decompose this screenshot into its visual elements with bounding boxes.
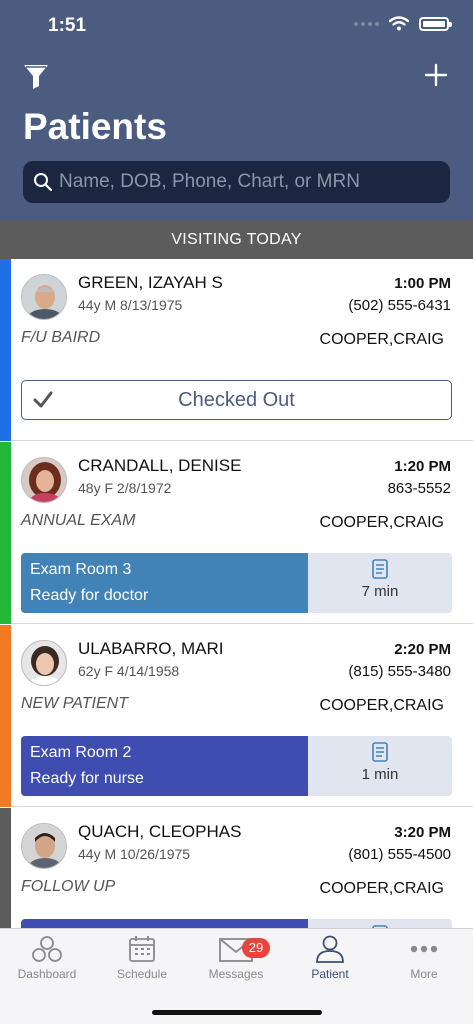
wait-info[interactable]: 7 min bbox=[308, 553, 452, 613]
avatar bbox=[21, 274, 67, 320]
patient-name: ULABARRO, MARI bbox=[78, 639, 224, 658]
home-indicator[interactable] bbox=[152, 1010, 322, 1015]
tab-messages[interactable]: Messages 29 bbox=[191, 935, 281, 981]
tab-patient[interactable]: Patient bbox=[285, 935, 375, 981]
tab-label: More bbox=[410, 967, 438, 981]
tab-label: Patient bbox=[311, 967, 349, 981]
patient-demographics: 48y F 2/8/1972 bbox=[78, 480, 172, 496]
patient-phone[interactable]: 863-5552 bbox=[388, 480, 451, 497]
patient-demographics: 44y M 10/26/1975 bbox=[78, 846, 191, 862]
patient-phone[interactable]: (502) 555-6431 bbox=[348, 297, 451, 314]
signal-icon bbox=[354, 21, 379, 26]
patient-demographics: 62y F 4/14/1958 bbox=[78, 663, 180, 679]
patient-phone[interactable]: (801) 555-4500 bbox=[348, 846, 451, 863]
checked-out-button[interactable]: Checked Out bbox=[21, 380, 452, 420]
provider-name: COOPER,CRAIG bbox=[319, 514, 444, 531]
patient-card[interactable]: GREEN, IZAYAH S 44y M 8/13/1975 1:00 PM … bbox=[0, 259, 473, 441]
visit-reason: ANNUAL EXAM bbox=[21, 512, 136, 529]
wifi-icon bbox=[389, 16, 409, 31]
wait-time: 7 min bbox=[361, 583, 399, 600]
room-info[interactable] bbox=[21, 919, 308, 928]
page-title: Patients bbox=[23, 106, 167, 147]
tab-schedule[interactable]: Schedule bbox=[97, 935, 187, 981]
tab-label: Messages bbox=[208, 967, 264, 981]
messages-badge: 29 bbox=[242, 938, 270, 958]
tab-dashboard[interactable]: Dashboard bbox=[2, 935, 92, 981]
patient-demographics: 44y M 8/13/1975 bbox=[78, 297, 183, 313]
tab-label: Dashboard bbox=[17, 967, 77, 981]
provider-name: COOPER,CRAIG bbox=[319, 697, 444, 714]
patient-phone[interactable]: (815) 555-3480 bbox=[348, 663, 451, 680]
room-info[interactable]: Exam Room 2 Ready for nurse bbox=[21, 736, 308, 796]
clipboard-icon bbox=[372, 742, 388, 762]
avatar bbox=[21, 640, 67, 686]
clipboard-icon bbox=[372, 559, 388, 579]
provider-name: COOPER,CRAIG bbox=[319, 331, 444, 348]
visit-reason: FOLLOW UP bbox=[21, 878, 116, 895]
status-bar bbox=[0, 808, 11, 928]
battery-icon bbox=[419, 16, 452, 31]
search-bar[interactable] bbox=[23, 161, 450, 203]
patient-name: CRANDALL, DENISE bbox=[78, 456, 242, 475]
checked-out-label: Checked Out bbox=[178, 388, 295, 411]
wait-info[interactable]: 1 min bbox=[308, 736, 452, 796]
person-icon bbox=[316, 935, 344, 963]
room-status: Ready for nurse bbox=[30, 770, 144, 787]
tab-more[interactable]: More bbox=[379, 935, 469, 981]
status-time: 1:51 bbox=[48, 15, 87, 36]
wait-info[interactable] bbox=[308, 919, 452, 928]
patient-card[interactable]: CRANDALL, DENISE 48y F 2/8/1972 1:20 PM … bbox=[0, 442, 473, 624]
room-name: Exam Room 2 bbox=[30, 744, 132, 761]
visit-reason: NEW PATIENT bbox=[21, 695, 128, 712]
patient-card[interactable]: ULABARRO, MARI 62y F 4/14/1958 2:20 PM (… bbox=[0, 625, 473, 807]
calendar-icon bbox=[129, 936, 155, 962]
avatar bbox=[21, 823, 67, 869]
section-header: VISITING TODAY bbox=[0, 220, 473, 259]
avatar bbox=[21, 457, 67, 503]
patient-card[interactable]: QUACH, CLEOPHAS 44y M 10/26/1975 3:20 PM… bbox=[0, 808, 473, 928]
room-status-panel[interactable]: Exam Room 3 Ready for doctor 7 min bbox=[21, 553, 452, 613]
provider-name: COOPER,CRAIG bbox=[319, 880, 444, 897]
room-info[interactable]: Exam Room 3 Ready for doctor bbox=[21, 553, 308, 613]
checkmark-icon bbox=[33, 391, 53, 408]
add-icon[interactable] bbox=[421, 60, 451, 90]
status-bar bbox=[0, 625, 11, 807]
search-input[interactable] bbox=[59, 171, 429, 193]
header: 1:51 Patients bbox=[0, 0, 473, 220]
appointment-time: 2:20 PM bbox=[394, 641, 451, 658]
room-status-panel[interactable] bbox=[21, 919, 452, 928]
dashboard-icon bbox=[32, 936, 62, 962]
room-status: Ready for doctor bbox=[30, 587, 149, 604]
room-status-panel[interactable]: Exam Room 2 Ready for nurse 1 min bbox=[21, 736, 452, 796]
filter-icon[interactable] bbox=[22, 62, 50, 90]
status-bar bbox=[0, 442, 11, 624]
patient-list[interactable]: GREEN, IZAYAH S 44y M 8/13/1975 1:00 PM … bbox=[0, 259, 473, 928]
patient-name: GREEN, IZAYAH S bbox=[78, 273, 223, 292]
tab-label: Schedule bbox=[116, 967, 168, 981]
wait-time: 1 min bbox=[361, 766, 399, 783]
room-name: Exam Room 3 bbox=[30, 561, 132, 578]
more-icon bbox=[410, 945, 438, 953]
status-bar bbox=[0, 259, 11, 441]
status-indicators bbox=[354, 16, 452, 31]
patient-name: QUACH, CLEOPHAS bbox=[78, 822, 242, 841]
appointment-time: 1:20 PM bbox=[394, 458, 451, 475]
visit-reason: F/U BAIRD bbox=[21, 329, 101, 346]
search-icon bbox=[34, 173, 53, 192]
appointment-time: 1:00 PM bbox=[394, 275, 451, 292]
appointment-time: 3:20 PM bbox=[394, 824, 451, 841]
